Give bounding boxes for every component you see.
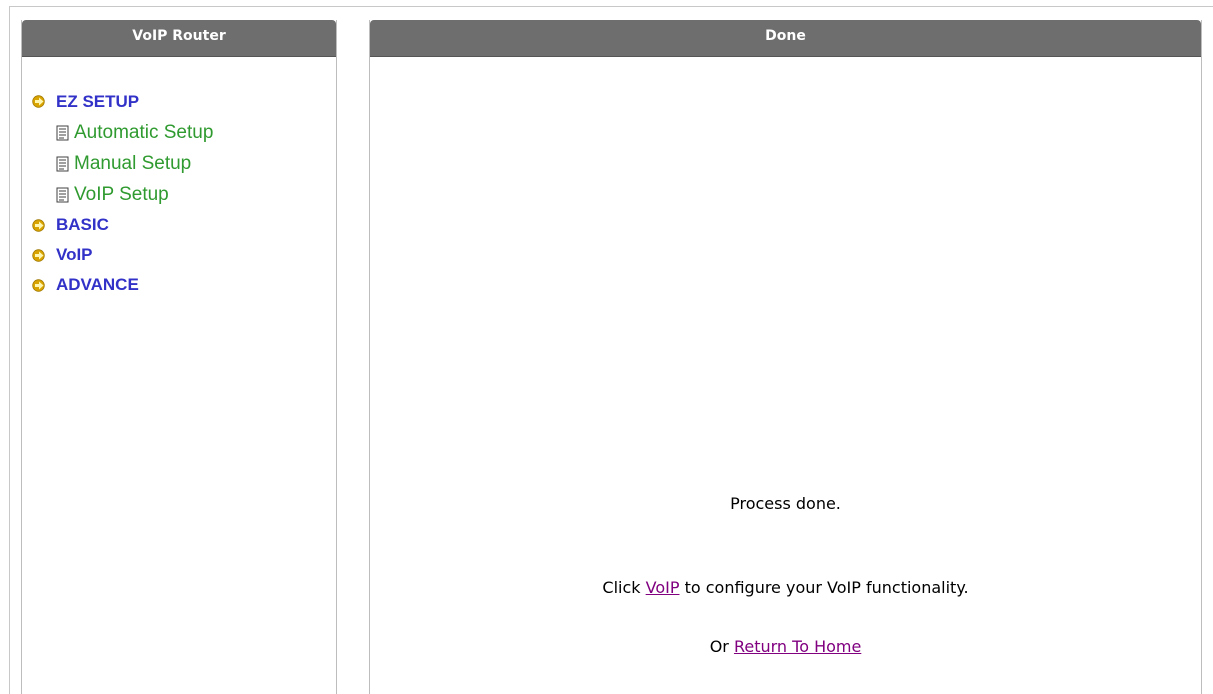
document-icon: [56, 156, 69, 171]
menu-group-label: VoIP: [56, 245, 93, 264]
menu-item-manual-setup[interactable]: Manual Setup: [32, 148, 336, 179]
process-text: Process done.: [730, 494, 841, 513]
menu-item-label: Manual Setup: [74, 152, 192, 174]
page-title: Done: [370, 20, 1201, 56]
sidebar-menu: EZ SETUP Automatic Setup Manual Setup Vo…: [22, 56, 336, 300]
menu-group-voip[interactable]: VoIP: [32, 240, 336, 270]
frame-border-top: [9, 6, 1213, 7]
menu-group-basic[interactable]: BASIC: [32, 210, 336, 240]
arrow-right-icon: [32, 248, 45, 262]
arrow-right-icon: [32, 218, 45, 232]
return-home-link[interactable]: Return To Home: [734, 637, 861, 656]
menu-item-automatic-setup[interactable]: Automatic Setup: [32, 117, 336, 148]
menu-item-label: Automatic Setup: [74, 121, 214, 143]
arrow-right-icon: [32, 95, 45, 108]
click-suffix: to configure your VoIP functionality.: [684, 578, 969, 597]
document-icon: [56, 125, 69, 140]
frame-border-left: [9, 6, 10, 694]
menu-group-label: EZ SETUP: [56, 91, 140, 111]
or-text: Or: [709, 637, 729, 656]
menu-group-label: BASIC: [56, 215, 109, 234]
sidebar-title: VoIP Router: [22, 20, 336, 56]
main-panel: Done Process done. Click VoIP to configu…: [369, 20, 1202, 694]
process-message: Process done.: [370, 494, 1201, 513]
click-prefix: Click: [602, 578, 641, 597]
return-home-line: Or Return To Home: [370, 637, 1201, 656]
arrow-right-icon: [32, 278, 45, 292]
menu-item-voip-setup[interactable]: VoIP Setup: [32, 179, 336, 210]
document-icon: [56, 187, 69, 202]
menu-group-label: ADVANCE: [56, 275, 139, 294]
voip-link[interactable]: VoIP: [646, 578, 680, 597]
menu-group-ez-setup[interactable]: EZ SETUP: [32, 86, 336, 117]
menu-group-advance[interactable]: ADVANCE: [32, 270, 336, 300]
voip-instruction: Click VoIP to configure your VoIP functi…: [370, 578, 1201, 597]
menu-item-label: VoIP Setup: [74, 183, 169, 205]
sidebar-panel: VoIP Router EZ SETUP Automatic Setup Man…: [21, 20, 337, 694]
